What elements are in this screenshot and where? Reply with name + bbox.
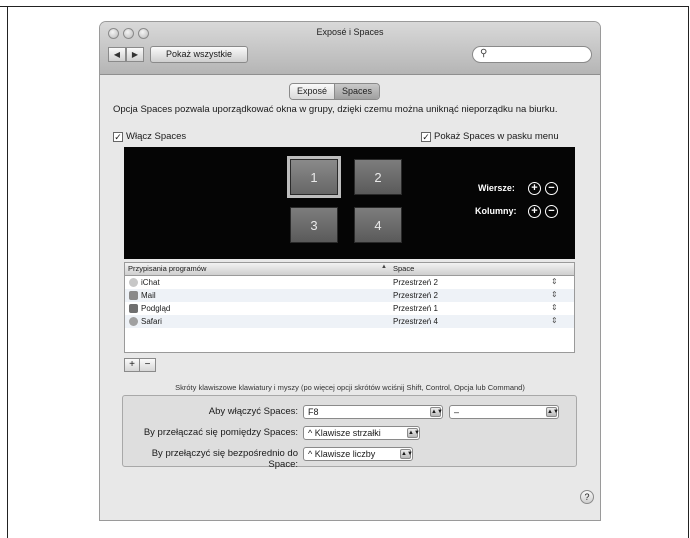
- frame-top-border: [0, 6, 689, 7]
- enable-spaces-checkbox[interactable]: ✓ Włącz Spaces: [113, 131, 186, 142]
- stepper-icon[interactable]: ⇕: [551, 316, 558, 325]
- add-remove-controls: + −: [124, 358, 156, 372]
- activate-spaces-mouse-value: –: [454, 407, 460, 417]
- back-button[interactable]: ◀: [108, 47, 126, 62]
- switch-between-value: ^ Klawisze strzałki: [308, 428, 381, 438]
- app-name: iChat: [141, 278, 160, 287]
- add-row-button[interactable]: +: [528, 182, 541, 195]
- enable-spaces-label: Włącz Spaces: [126, 131, 187, 142]
- app-column-header[interactable]: Przypisania programów: [128, 264, 206, 273]
- stepper-icon[interactable]: ⇕: [551, 277, 558, 286]
- space-value: Przestrzeń 1: [393, 304, 438, 313]
- rows-label: Wiersze:: [478, 183, 515, 193]
- table-row[interactable]: Podgląd Przestrzeń 1 ⇕: [125, 302, 574, 315]
- tab-bar: Exposé Spaces: [289, 83, 381, 100]
- switch-between-popup[interactable]: ^ Klawisze strzałki ▲▼: [303, 426, 420, 440]
- safari-icon: [129, 317, 138, 326]
- activate-spaces-label: Aby włączyć Spaces:: [208, 406, 298, 417]
- mail-icon: [129, 291, 138, 300]
- window-title: Exposé i Spaces: [316, 27, 384, 37]
- table-header: Przypisania programów ▲ Space: [125, 263, 574, 276]
- add-app-button[interactable]: +: [124, 358, 140, 372]
- switch-direct-popup[interactable]: ^ Klawisze liczby ▲▼: [303, 447, 413, 461]
- sort-up-icon: ▲: [381, 264, 387, 270]
- spaces-description: Opcja Spaces pozwala uporządkować okna w…: [113, 104, 558, 115]
- search-icon: ⚲: [480, 48, 488, 59]
- add-column-button[interactable]: +: [528, 205, 541, 218]
- forward-button[interactable]: ▶: [126, 47, 144, 62]
- space-1[interactable]: 1: [290, 159, 338, 195]
- switch-between-label: By przełączać się pomiędzy Spaces:: [143, 427, 298, 438]
- activate-spaces-value: F8: [308, 407, 319, 417]
- stepper-icon[interactable]: ⇕: [551, 303, 558, 312]
- frame-right-border: [688, 6, 689, 538]
- tab-expose[interactable]: Exposé: [290, 84, 335, 99]
- space-value: Przestrzeń 2: [393, 291, 438, 300]
- table-row[interactable]: Mail Przestrzeń 2 ⇕: [125, 289, 574, 302]
- popup-arrows-icon: ▲▼: [407, 428, 420, 438]
- shortcuts-panel: Aby włączyć Spaces: F8 ▲▼ – ▲▼ By przełą…: [122, 395, 577, 470]
- titlebar: Exposé i Spaces ◀ ▶ Pokaż wszystkie ⚲: [100, 22, 600, 75]
- space-4[interactable]: 4: [354, 207, 402, 243]
- help-button[interactable]: ?: [580, 490, 594, 504]
- app-name: Safari: [141, 317, 162, 326]
- spaces-grid-preview: 1 2 3 4 Wiersze: + − Kolumny: + −: [124, 147, 575, 259]
- popup-arrows-icon: ▲▼: [430, 407, 443, 417]
- shortcuts-heading: Skróty klawiszowe klawiatury i myszy (po…: [175, 383, 525, 392]
- table-row[interactable]: Safari Przestrzeń 4 ⇕: [125, 315, 574, 328]
- remove-app-button[interactable]: −: [140, 358, 156, 372]
- app-name: Podgląd: [141, 304, 171, 313]
- show-in-menu-checkbox[interactable]: ✓ Pokaż Spaces w pasku menu: [421, 131, 559, 142]
- show-in-menu-label: Pokaż Spaces w pasku menu: [434, 131, 559, 142]
- tab-spaces[interactable]: Spaces: [334, 84, 380, 99]
- checkmark-icon: ✓: [113, 131, 123, 142]
- space-3[interactable]: 3: [290, 207, 338, 243]
- activate-spaces-mouse-popup[interactable]: – ▲▼: [449, 405, 559, 419]
- remove-row-button[interactable]: −: [545, 182, 558, 195]
- show-all-button[interactable]: Pokaż wszystkie: [150, 46, 248, 63]
- popup-arrows-icon: ▲▼: [546, 407, 559, 417]
- checkmark-icon: ✓: [421, 131, 431, 142]
- activate-spaces-popup[interactable]: F8 ▲▼: [303, 405, 443, 419]
- switch-direct-value: ^ Klawisze liczby: [308, 449, 376, 459]
- space-column-header[interactable]: Space: [393, 264, 414, 273]
- space-value: Przestrzeń 2: [393, 278, 438, 287]
- ichat-icon: [129, 278, 138, 287]
- search-input[interactable]: ⚲: [472, 46, 592, 63]
- columns-label: Kolumny:: [475, 206, 517, 216]
- popup-arrows-icon: ▲▼: [400, 449, 413, 459]
- app-name: Mail: [141, 291, 156, 300]
- frame-left-border: [7, 6, 8, 538]
- remove-column-button[interactable]: −: [545, 205, 558, 218]
- preferences-window: Exposé i Spaces ◀ ▶ Pokaż wszystkie ⚲ Ex…: [100, 22, 600, 520]
- table-row[interactable]: iChat Przestrzeń 2 ⇕: [125, 276, 574, 289]
- space-2[interactable]: 2: [354, 159, 402, 195]
- switch-direct-label: By przełączyć się bezpośrednio do Space:: [151, 448, 298, 470]
- stepper-icon[interactable]: ⇕: [551, 290, 558, 299]
- preview-icon: [129, 304, 138, 313]
- app-assignments-table: Przypisania programów ▲ Space iChat Prze…: [124, 262, 575, 353]
- space-value: Przestrzeń 4: [393, 317, 438, 326]
